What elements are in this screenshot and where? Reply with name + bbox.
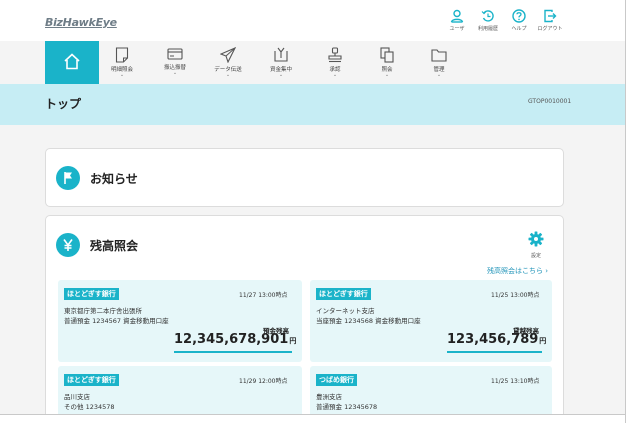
- settings-label: 設定: [530, 253, 541, 259]
- main-nav: 明細照会 ⌄ 振込振替 ⌄ データ伝送 ⌄ 資金集中 ⌄ 承認 ⌄ 照会 ⌄ 管…: [0, 41, 625, 84]
- user-menu[interactable]: ユーザ: [442, 9, 472, 32]
- account-branch: 品川支店: [64, 393, 90, 401]
- account-number: その他 1234578: [64, 403, 115, 411]
- window-border: [0, 414, 626, 415]
- statement-icon: [115, 47, 129, 63]
- account-branch: 東京都庁第二本庁舎出張所: [64, 307, 142, 315]
- transfer-icon: [167, 48, 183, 60]
- balance-more-link[interactable]: 残高照会はこちら ›: [487, 266, 548, 276]
- chevron-down-icon: ⌄: [225, 72, 231, 78]
- bank-badge: つばめ銀行: [316, 374, 357, 386]
- yen-icon: [56, 233, 80, 257]
- home-button[interactable]: [45, 41, 99, 84]
- fund-concentration-icon: [274, 47, 288, 62]
- logout-label: ログアウト: [537, 26, 563, 32]
- help-label: ヘルプ: [511, 26, 527, 32]
- chevron-down-icon: ⌄: [332, 72, 338, 78]
- account-card[interactable]: ほとどぎす銀行 11/27 13:00時点 東京都庁第二本庁舎出張所 普通預金 …: [58, 280, 302, 362]
- notice-card[interactable]: お知らせ: [45, 148, 564, 207]
- top-header: BizHawkEye ユーザ 利用履歴 ヘルプ ログアウト: [0, 0, 625, 41]
- account-timestamp: 11/29 12:00時点: [239, 378, 288, 385]
- nav-data-transmission[interactable]: データ伝送 ⌄: [203, 47, 253, 78]
- history-menu[interactable]: 利用履歴: [473, 9, 503, 32]
- window-border: [625, 0, 626, 423]
- amount-underline: [174, 351, 292, 353]
- page: BizHawkEye ユーザ 利用履歴 ヘルプ ログアウト 明細照会 ⌄ 振込振…: [0, 0, 625, 414]
- account-timestamp: 11/25 13:00時点: [491, 292, 540, 299]
- balance-amount: 12,345,678,901円: [174, 332, 296, 347]
- account-branch: インターネット支店: [316, 307, 375, 315]
- chevron-down-icon: ⌄: [436, 72, 442, 78]
- balance-heading: 残高照会: [90, 239, 139, 253]
- logout-menu[interactable]: ログアウト: [535, 9, 565, 32]
- chevron-down-icon: ⌄: [172, 70, 178, 76]
- account-branch: 豊洲支店: [316, 393, 342, 401]
- history-icon: [481, 10, 494, 22]
- balance-amount-value: 123,456,789: [447, 332, 539, 347]
- app-logo[interactable]: BizHawkEye: [45, 16, 117, 29]
- page-title: トップ: [45, 97, 82, 111]
- user-icon: [450, 9, 464, 23]
- folder-icon: [431, 49, 447, 62]
- account-number: 普通預金 1234567 資金移動用口座: [64, 317, 169, 325]
- balance-amount: 123,456,789円: [447, 332, 546, 347]
- currency-unit: 円: [539, 337, 547, 345]
- approval-icon: [328, 47, 342, 63]
- bank-badge: ほとどぎす銀行: [64, 374, 119, 386]
- home-icon: [64, 53, 80, 70]
- account-timestamp: 11/27 13:00時点: [239, 292, 288, 299]
- account-number: 普通預金 12345678: [316, 403, 378, 411]
- account-card[interactable]: ほとどぎす銀行 11/25 13:00時点 インターネット支店 当座預金 123…: [310, 280, 552, 362]
- balance-amount-value: 12,345,678,901: [174, 332, 289, 347]
- account-timestamp: 11/25 13:10時点: [491, 378, 540, 385]
- amount-underline: [447, 351, 542, 353]
- browser-frame: BizHawkEye ユーザ 利用履歴 ヘルプ ログアウト 明細照会 ⌄ 振込振…: [0, 0, 635, 423]
- gear-icon: [528, 231, 544, 247]
- user-label: ユーザ: [449, 26, 465, 32]
- help-icon: [512, 9, 526, 23]
- send-icon: [220, 47, 236, 63]
- account-number: 当座預金 1234568 資金移動用口座: [316, 317, 421, 325]
- inquiry-icon: [380, 47, 394, 63]
- currency-unit: 円: [289, 337, 297, 345]
- nav-management[interactable]: 管理 ⌄: [414, 47, 464, 78]
- nav-inquiry[interactable]: 照会 ⌄: [362, 47, 412, 78]
- account-card[interactable]: ほとどぎす銀行 11/29 12:00時点 品川支店 その他 1234578: [58, 366, 302, 414]
- nav-statement[interactable]: 明細照会 ⌄: [97, 47, 147, 78]
- notice-heading: お知らせ: [90, 172, 138, 186]
- bank-badge: ほとどぎす銀行: [64, 288, 119, 300]
- flag-icon: [56, 166, 80, 190]
- account-card[interactable]: つばめ銀行 11/25 13:10時点 豊洲支店 普通預金 12345678: [310, 366, 552, 414]
- nav-approval[interactable]: 承認 ⌄: [310, 47, 360, 78]
- chevron-down-icon: ⌄: [278, 72, 284, 78]
- chevron-down-icon: ⌄: [384, 72, 390, 78]
- bank-badge: ほとどぎす銀行: [316, 288, 371, 300]
- history-label: 利用履歴: [477, 26, 498, 32]
- chevron-down-icon: ⌄: [119, 72, 125, 78]
- balance-settings-button[interactable]: 設定: [525, 231, 547, 259]
- nav-fund-concentration[interactable]: 資金集中 ⌄: [256, 47, 306, 78]
- help-menu[interactable]: ヘルプ: [504, 9, 534, 32]
- nav-transfer[interactable]: 振込振替 ⌄: [150, 47, 200, 76]
- screen-id: GTOP0010001: [528, 98, 572, 105]
- logout-icon: [544, 9, 557, 23]
